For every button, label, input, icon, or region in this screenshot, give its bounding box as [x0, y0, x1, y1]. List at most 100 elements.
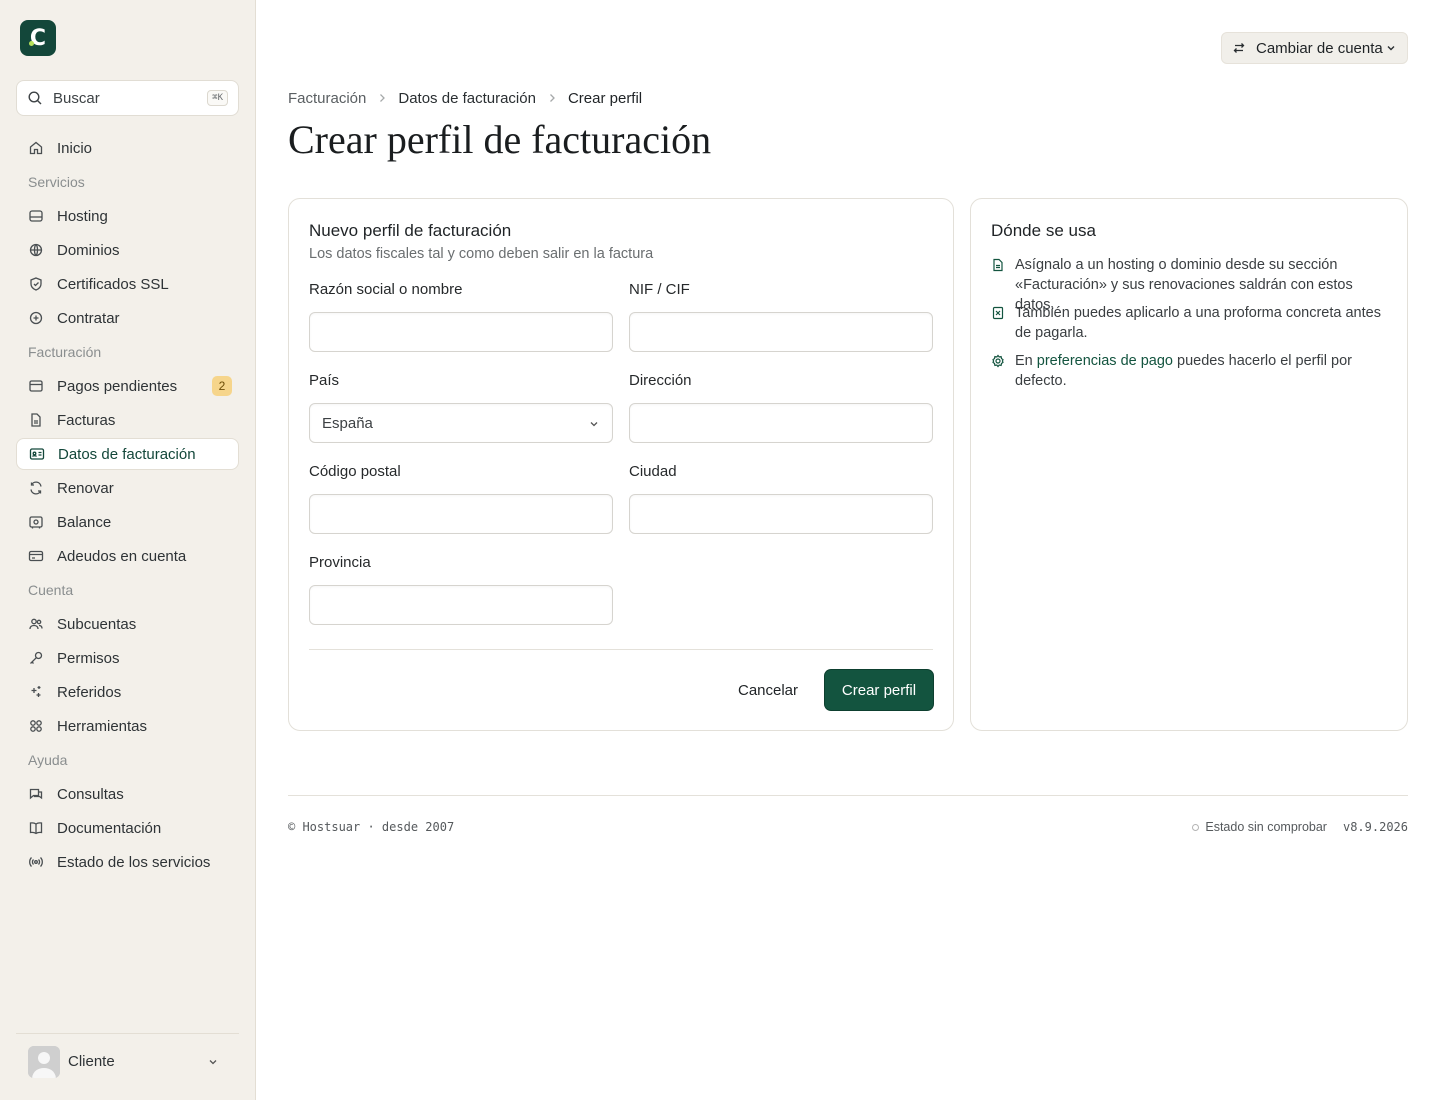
sidebar-item-hosting[interactable]: Hosting: [16, 200, 239, 232]
direccion-label: Dirección: [629, 372, 692, 389]
sidebar-item-label: Inicio: [57, 139, 93, 157]
user-menu[interactable]: Cliente: [16, 1033, 239, 1089]
usage-item: También puedes aplicarlo a una proforma …: [991, 303, 1391, 343]
sidebar-item-label: Pagos pendientes: [57, 377, 178, 395]
create-profile-button[interactable]: Crear perfil: [825, 670, 933, 710]
sidebar-section-facturacion: Facturación: [28, 344, 102, 360]
sidebar: C Buscar ⌘K Inicio Servicios Hosting Dom…: [0, 0, 256, 1100]
provincia-input[interactable]: [309, 585, 613, 625]
sidebar-item-label: Consultas: [57, 785, 124, 803]
sidebar-item-label: Adeudos en cuenta: [57, 547, 187, 565]
sidebar-item-label: Herramientas: [57, 717, 148, 735]
usage-item-text: En preferencias de pago puedes hacerlo e…: [1015, 351, 1391, 391]
app-version: v8.9.2026: [1342, 820, 1408, 834]
codigo-postal-input[interactable]: [309, 494, 613, 534]
sidebar-item-documentacion[interactable]: Documentación: [16, 812, 239, 844]
ciudad-input[interactable]: [629, 494, 933, 534]
nif-label: NIF / CIF: [629, 281, 690, 298]
ciudad-label: Ciudad: [629, 463, 677, 480]
switch-account-button[interactable]: Cambiar de cuenta: [1221, 32, 1408, 64]
sidebar-section-ayuda: Ayuda: [28, 752, 68, 768]
plus-circle-icon: [29, 311, 43, 325]
sparkle-icon: [31, 686, 41, 697]
breadcrumb-datos-facturacion[interactable]: Datos de facturación: [398, 90, 536, 107]
nif-input[interactable]: [629, 312, 933, 352]
form-divider: [309, 649, 933, 650]
search-icon: [28, 91, 42, 105]
sidebar-item-herramientas[interactable]: Herramientas: [16, 710, 239, 742]
sidebar-item-inicio[interactable]: Inicio: [16, 132, 239, 164]
direccion-input[interactable]: [629, 403, 933, 443]
sidebar-item-estado[interactable]: Estado de los servicios: [16, 846, 239, 878]
chevron-down-icon: [209, 1059, 217, 1064]
sidebar-nav: Inicio Servicios Hosting Dominios Certif…: [16, 132, 239, 880]
sidebar-section-servicios: Servicios: [28, 174, 85, 190]
sidebar-item-dominios[interactable]: Dominios: [16, 234, 239, 266]
search-shortcut: ⌘K: [207, 90, 228, 106]
form-subtitle: Los datos fiscales tal y como deben sali…: [309, 246, 654, 262]
sidebar-item-label: Balance: [57, 513, 112, 531]
status-text[interactable]: Estado sin comprobar: [1205, 820, 1327, 834]
swap-icon: [1233, 43, 1245, 53]
inbox-icon: [29, 380, 43, 392]
razon-social-input[interactable]: [309, 312, 613, 352]
sidebar-item-balance[interactable]: Balance: [16, 506, 239, 538]
sidebar-item-renovar[interactable]: Renovar: [16, 472, 239, 504]
payment-preferences-link[interactable]: preferencias de pago: [1037, 353, 1173, 369]
pais-selected-value: España: [322, 414, 373, 432]
sidebar-item-label: Documentación: [57, 819, 162, 837]
sidebar-item-subcuentas[interactable]: Subcuentas: [16, 608, 239, 640]
avatar: [28, 1045, 60, 1078]
sidebar-item-permisos[interactable]: Permisos: [16, 642, 239, 674]
document-icon: [993, 258, 1003, 272]
billing-profile-form: Nuevo perfil de facturación Los datos fi…: [288, 198, 954, 731]
sidebar-item-label: Subcuentas: [57, 615, 137, 633]
sidebar-item-facturas[interactable]: Facturas: [16, 404, 239, 436]
sidebar-item-adeudos[interactable]: Adeudos en cuenta: [16, 540, 239, 572]
sidebar-item-label: Hosting: [57, 207, 108, 225]
sidebar-item-pagos-pendientes[interactable]: Pagos pendientes 2: [16, 370, 239, 402]
sidebar-item-label: Permisos: [57, 649, 120, 667]
cp-label: Código postal: [309, 463, 401, 480]
footer-divider: [288, 795, 1408, 796]
sidebar-item-referidos[interactable]: Referidos: [16, 676, 239, 708]
book-icon: [29, 822, 43, 835]
sidebar-item-label: Facturas: [57, 411, 116, 429]
server-icon: [29, 210, 43, 222]
sidebar-item-ssl[interactable]: Certificados SSL: [16, 268, 239, 300]
chat-icon: [29, 788, 43, 800]
cancel-button[interactable]: Cancelar: [723, 670, 813, 710]
footer-copyright: © Hostsuar · desde 2007: [288, 820, 455, 834]
sidebar-item-datos-facturacion[interactable]: Datos de facturación: [16, 438, 239, 470]
logo-letter: C: [29, 25, 47, 51]
provincia-label: Provincia: [309, 554, 371, 571]
chevron-down-icon: [1387, 46, 1395, 51]
credit-card-icon: [28, 550, 44, 562]
usage-item-text: También puedes aplicarlo a una proforma …: [1015, 305, 1381, 341]
usage-title: Dónde se usa: [991, 221, 1096, 240]
pais-select[interactable]: España: [309, 403, 613, 443]
settings-icon: [992, 354, 1004, 368]
sidebar-item-label: Referidos: [57, 683, 122, 701]
footer-status: Estado sin comprobar v8.9.2026: [1192, 820, 1408, 834]
pais-label: País: [309, 372, 340, 389]
user-name: Cliente: [68, 1053, 115, 1070]
sidebar-item-contratar[interactable]: Contratar: [16, 302, 239, 334]
sidebar-item-label: Dominios: [57, 241, 120, 259]
search-input[interactable]: Buscar ⌘K: [16, 80, 239, 116]
app-logo[interactable]: C: [20, 20, 56, 56]
shield-icon: [30, 277, 42, 291]
file-icon: [31, 413, 41, 427]
tools-icon: [30, 720, 42, 732]
sidebar-item-consultas[interactable]: Consultas: [16, 778, 239, 810]
usage-info-card: Dónde se usa Asígnalo a un hosting o dom…: [970, 198, 1408, 731]
wallet-icon: [29, 516, 43, 529]
usage-item: En preferencias de pago puedes hacerlo e…: [991, 351, 1391, 391]
receipt-icon: [992, 306, 1004, 320]
sidebar-item-label: Estado de los servicios: [57, 853, 211, 871]
sidebar-section-cuenta: Cuenta: [28, 582, 74, 598]
status-dot-icon: [1192, 823, 1200, 831]
sidebar-item-label: Certificados SSL: [57, 275, 169, 293]
breadcrumb-facturacion[interactable]: Facturación: [288, 90, 366, 107]
pending-count-badge: 2: [212, 376, 232, 396]
